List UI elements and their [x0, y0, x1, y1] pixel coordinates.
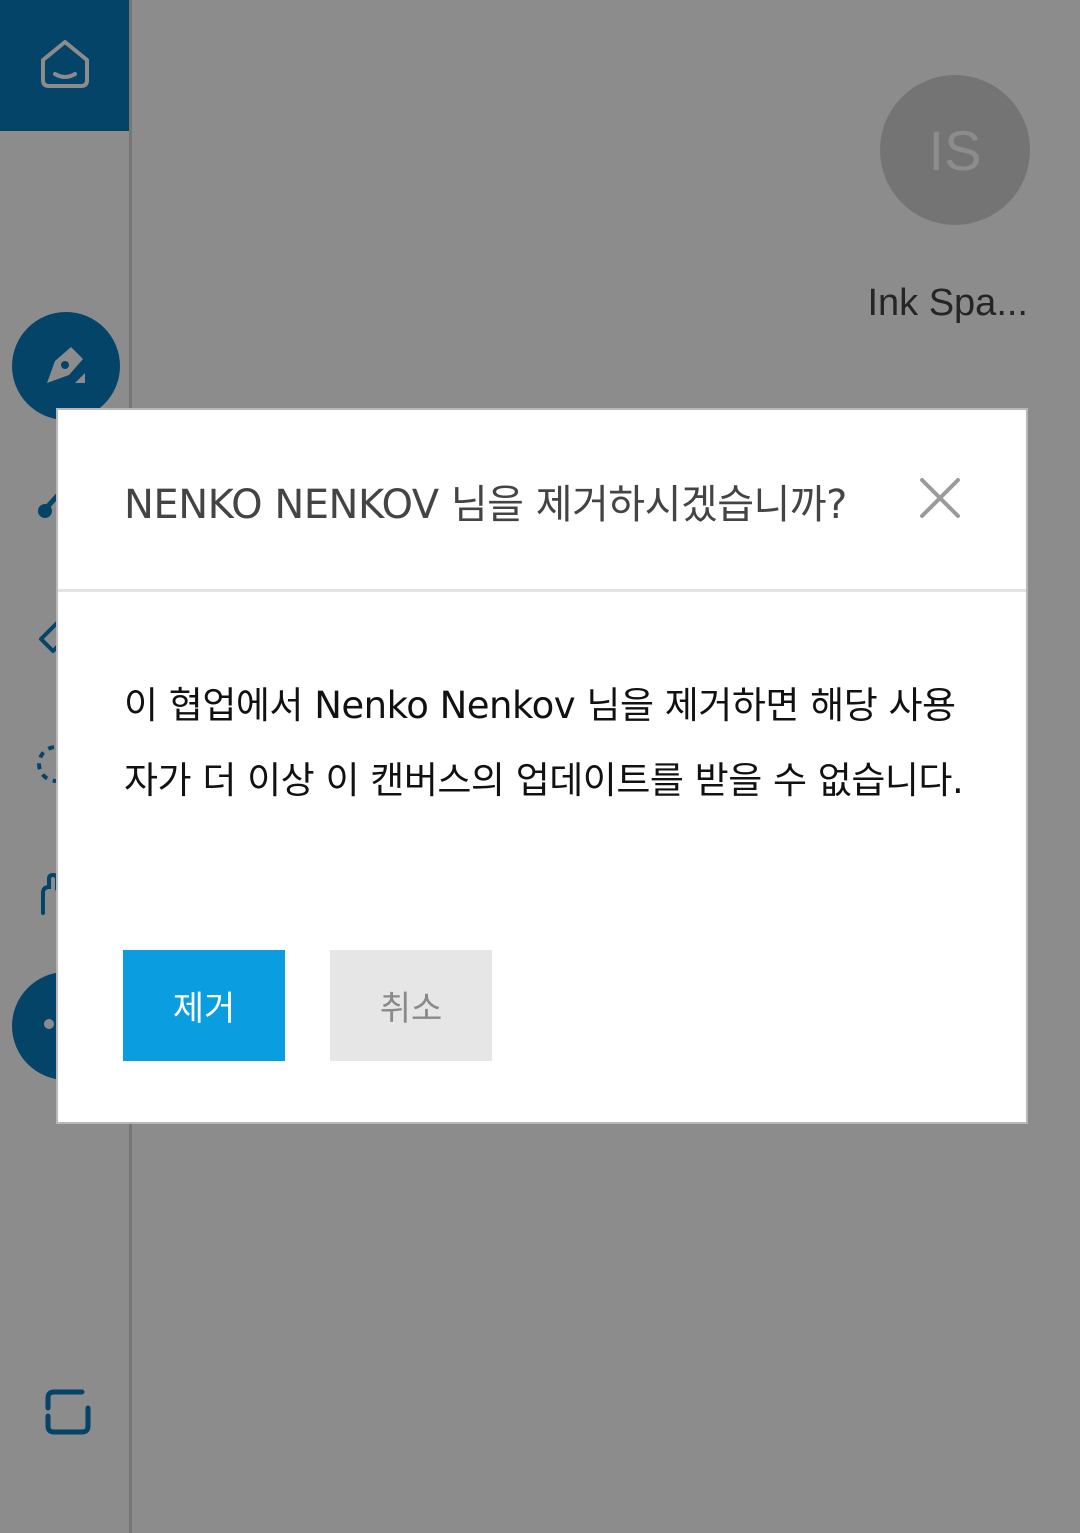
- dialog-header: NENKO NENKOV 님을 제거하시겠습니까?: [58, 410, 1026, 592]
- remove-button[interactable]: 제거: [123, 950, 285, 1061]
- dialog-title: NENKO NENKOV 님을 제거하시겠습니까?: [124, 482, 847, 528]
- dialog-message: 이 협업에서 Nenko Nenkov 님을 제거하면 해당 사용자가 더 이상…: [124, 684, 964, 802]
- close-icon: [916, 478, 964, 526]
- cancel-button[interactable]: 취소: [330, 950, 492, 1061]
- remove-collaborator-dialog: NENKO NENKOV 님을 제거하시겠습니까? 이 협업에서 Nenko N…: [56, 408, 1028, 1124]
- close-button[interactable]: [916, 474, 964, 522]
